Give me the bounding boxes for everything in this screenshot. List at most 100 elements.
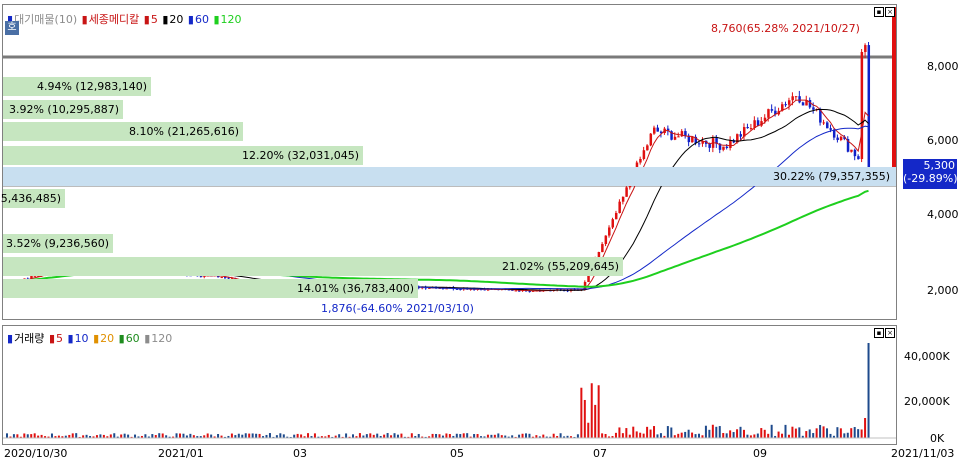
volume-bar [597, 385, 600, 438]
candle-body [601, 244, 604, 253]
volume-bar [698, 433, 700, 438]
vol-legend-item-2[interactable]: 10 [75, 332, 89, 345]
candle-body [770, 109, 774, 111]
candle-body [826, 122, 829, 129]
volume-bar [251, 433, 254, 438]
volume-bar [583, 399, 586, 438]
volume-bar [580, 387, 583, 438]
volume-bar [732, 432, 735, 438]
minimize-icon[interactable]: ▪ [874, 7, 884, 17]
volume-bar [358, 433, 361, 438]
side-tab[interactable]: 호 [5, 21, 19, 35]
legend-item-3[interactable]: 20 [169, 13, 183, 26]
volume-bar [206, 433, 209, 438]
volume-bar [448, 434, 451, 438]
candle-body [618, 201, 621, 213]
price-range-bar [892, 7, 896, 177]
candle-body [684, 131, 687, 136]
volume-bar [151, 434, 154, 438]
volume-bar [521, 433, 524, 438]
minimize-icon[interactable]: ▪ [874, 328, 884, 338]
volume-bar [704, 425, 707, 438]
volume-bar [296, 433, 299, 438]
price-chart-panel[interactable]: ▮대기매물(10) ▮세종메디칼 ▮5 ▮20 ▮60 ▮120 호 ▪ × 4… [0, 4, 897, 320]
volume-bar [23, 433, 26, 438]
volume-bar [805, 431, 808, 438]
candle-body [656, 127, 659, 132]
candle-body [867, 45, 871, 169]
volume-bar [822, 426, 825, 438]
volume-bar [777, 431, 780, 438]
candle-body [223, 277, 227, 279]
volume-bar [736, 429, 739, 438]
candle-body [528, 291, 531, 293]
x-tick-sep: 09 [753, 447, 767, 460]
volume-profile-bar: 3.92% (10,295,887) [3, 100, 123, 119]
price-legend: ▮대기매물(10) ▮세종메디칼 ▮5 ▮20 ▮60 ▮120 [7, 11, 243, 27]
vol-legend-item-5[interactable]: 120 [151, 332, 172, 345]
legend-item-2[interactable]: 5 [151, 13, 158, 26]
candle-body [220, 277, 224, 279]
volume-bar [770, 424, 773, 438]
volume-bar [576, 434, 579, 438]
volume-bar [528, 433, 531, 438]
volume-bar [338, 434, 341, 438]
close-icon[interactable]: × [885, 7, 895, 17]
volume-bar [365, 434, 368, 438]
volume-bar [383, 434, 386, 438]
candle-body [791, 96, 794, 101]
candle-body [756, 120, 760, 126]
legend-marker-icon: ▮ [143, 13, 150, 26]
volume-profile-bar-current: 30.22% (79,357,355) [3, 167, 896, 186]
vol-legend-item-1[interactable]: 5 [56, 332, 63, 345]
legend-item-1[interactable]: 세종메디칼 [89, 13, 140, 26]
volume-bar [300, 434, 303, 438]
legend-marker-icon: ▮ [67, 332, 74, 345]
volume-bar [826, 428, 829, 438]
volume-bar [6, 433, 8, 438]
volume-bar [182, 433, 185, 438]
legend-item-4[interactable]: 60 [195, 13, 209, 26]
x-tick-jul: 07 [593, 447, 607, 460]
volume-legend: ▮거래량 ▮5 ▮10 ▮20 ▮60 ▮120 [7, 330, 173, 346]
vol-y-tick-20000k: 20,000K [904, 395, 950, 408]
close-icon[interactable]: × [885, 328, 895, 338]
volume-bar [376, 433, 379, 438]
legend-item-0[interactable]: 대기매물(10) [14, 13, 77, 26]
volume-bar [708, 429, 711, 438]
volume-bar [715, 426, 718, 438]
volume-bar [473, 434, 476, 438]
candle-body [822, 122, 826, 124]
volume-bar [26, 434, 29, 438]
volume-bar [722, 433, 725, 438]
x-tick-end: 2021/11/03 [891, 447, 955, 460]
volume-bar [476, 434, 479, 438]
volume-bar [815, 428, 818, 438]
volume-profile-bar: 3.52% (9,236,560) [3, 234, 113, 253]
volume-bar [120, 434, 123, 438]
legend-marker-icon: ▮ [48, 332, 55, 345]
volume-bar [352, 434, 354, 438]
volume-chart-panel[interactable]: ▮거래량 ▮5 ▮10 ▮20 ▮60 ▮120 ▪ × [2, 325, 897, 445]
vol-legend-item-4[interactable]: 60 [126, 332, 140, 345]
volume-bar [161, 433, 164, 438]
volume-bar [614, 432, 617, 438]
volume-bar [794, 428, 797, 438]
legend-item-5[interactable]: 120 [221, 13, 242, 26]
candle-body [832, 129, 836, 138]
volume-bar [829, 433, 832, 438]
volume-bar [217, 433, 220, 438]
vol-legend-item-0[interactable]: 거래량 [14, 332, 44, 345]
vol-legend-item-3[interactable]: 20 [100, 332, 114, 345]
volume-bar [739, 426, 742, 438]
candle-body [642, 150, 646, 159]
low-annotation: 1,876(-64.60% 2021/03/10) [321, 302, 474, 315]
candle-body [691, 136, 694, 143]
volume-bar [345, 433, 348, 438]
volume-bar [279, 433, 282, 438]
volume-bar [819, 424, 822, 438]
volume-bar [843, 433, 846, 438]
candle-body [698, 143, 701, 145]
volume-bar [649, 429, 652, 438]
volume-bar [369, 433, 372, 438]
